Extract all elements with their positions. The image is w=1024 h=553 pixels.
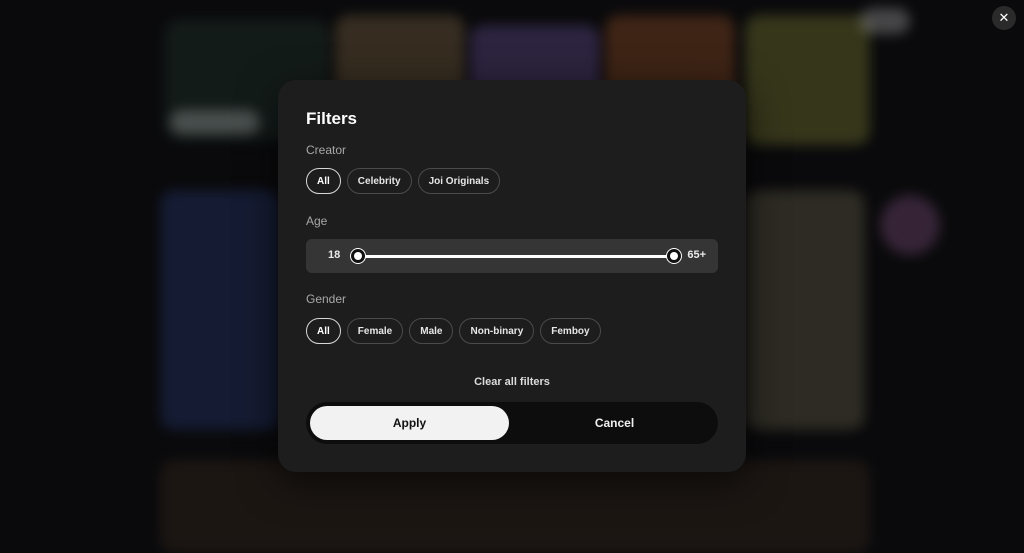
creator-label: Creator: [306, 143, 347, 157]
modal-title: Filters: [306, 109, 358, 128]
gender-chip-male[interactable]: Male: [409, 318, 454, 344]
gender-options: All Female Male Non-binary Femboy: [306, 318, 601, 344]
apply-button[interactable]: Apply: [310, 406, 509, 440]
gender-label: Gender: [306, 292, 347, 306]
creator-chip-joi-originals[interactable]: Joi Originals: [417, 168, 501, 194]
creator-chip-celebrity[interactable]: Celebrity: [346, 168, 412, 194]
creator-options: All Celebrity Joi Originals: [306, 168, 501, 194]
background-card: [745, 190, 865, 430]
age-label: Age: [306, 214, 328, 228]
background-card-row: [160, 460, 870, 553]
creator-chip-all[interactable]: All: [306, 168, 341, 194]
background-card: [160, 190, 280, 430]
gender-chip-non-binary[interactable]: Non-binary: [459, 318, 535, 344]
background-button: [860, 8, 910, 34]
gender-chip-female[interactable]: Female: [346, 318, 404, 344]
close-icon[interactable]: ✕: [992, 6, 1016, 30]
clear-all-filters-link[interactable]: Clear all filters: [278, 376, 746, 388]
background-button: [170, 110, 260, 134]
background-card: [745, 15, 870, 145]
background-avatar: [880, 195, 940, 255]
slider-thumb-max[interactable]: [667, 249, 681, 263]
gender-chip-all[interactable]: All: [306, 318, 341, 344]
age-max-label: 65+: [687, 249, 706, 261]
filters-modal: Filters Creator All Celebrity Joi Origin…: [278, 80, 746, 472]
slider-thumb-min[interactable]: [351, 249, 365, 263]
cancel-button[interactable]: Cancel: [515, 406, 714, 440]
age-min-label: 18: [328, 249, 341, 261]
slider-track[interactable]: [358, 255, 674, 258]
age-range-slider: 18 65+: [306, 239, 718, 273]
modal-actions: Apply Cancel: [306, 402, 718, 444]
gender-chip-femboy[interactable]: Femboy: [540, 318, 601, 344]
